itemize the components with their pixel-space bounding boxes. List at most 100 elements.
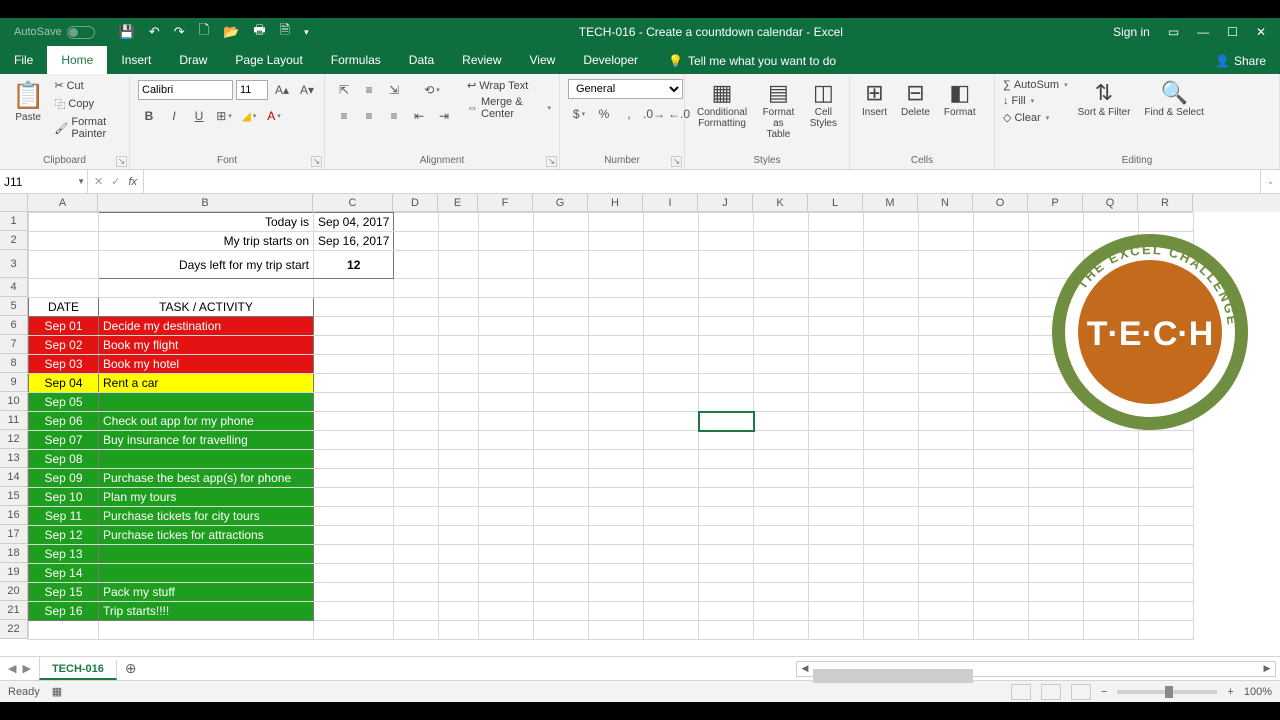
- tab-formulas[interactable]: Formulas: [317, 46, 395, 74]
- formula-input[interactable]: [150, 175, 1254, 189]
- cell[interactable]: [809, 583, 864, 602]
- col-header[interactable]: G: [533, 194, 588, 212]
- cell[interactable]: [974, 526, 1029, 545]
- row-header[interactable]: 17: [0, 525, 28, 544]
- fx-icon[interactable]: fx: [128, 176, 137, 188]
- row-header[interactable]: 22: [0, 620, 28, 639]
- col-header[interactable]: C: [313, 194, 393, 212]
- cell[interactable]: [1084, 526, 1139, 545]
- cell[interactable]: [439, 279, 479, 298]
- italic-button[interactable]: I: [163, 105, 185, 127]
- cell[interactable]: [809, 602, 864, 621]
- currency-icon[interactable]: $: [568, 103, 590, 125]
- cell[interactable]: [864, 602, 919, 621]
- cell[interactable]: [99, 564, 314, 583]
- cell[interactable]: Sep 13: [29, 545, 99, 564]
- scroll-thumb[interactable]: [813, 669, 973, 683]
- cell[interactable]: [809, 526, 864, 545]
- cell[interactable]: [1029, 564, 1084, 583]
- cell[interactable]: [314, 279, 394, 298]
- select-all-corner[interactable]: [0, 194, 28, 212]
- cell[interactable]: [644, 355, 699, 374]
- cell[interactable]: [754, 251, 809, 279]
- column-headers[interactable]: ABCDEFGHIJKLMNOPQR: [28, 194, 1280, 212]
- cell[interactable]: [809, 393, 864, 412]
- cell[interactable]: [589, 450, 644, 469]
- cell[interactable]: [699, 279, 754, 298]
- cell[interactable]: [974, 393, 1029, 412]
- cell[interactable]: [29, 279, 99, 298]
- cell[interactable]: [974, 469, 1029, 488]
- cell[interactable]: [974, 298, 1029, 317]
- cell[interactable]: [439, 213, 479, 232]
- cell[interactable]: [754, 488, 809, 507]
- cell[interactable]: [1139, 488, 1194, 507]
- cell[interactable]: [809, 298, 864, 317]
- cell[interactable]: [864, 526, 919, 545]
- align-right-icon[interactable]: ≡: [383, 105, 405, 127]
- cell[interactable]: [534, 431, 589, 450]
- cell[interactable]: [754, 374, 809, 393]
- format-painter-button[interactable]: 🖌Format Painter: [54, 116, 121, 140]
- tab-data[interactable]: Data: [395, 46, 448, 74]
- cell[interactable]: [479, 602, 534, 621]
- cell[interactable]: [864, 450, 919, 469]
- cell[interactable]: [974, 232, 1029, 251]
- cell[interactable]: Purchase the best app(s) for phone: [99, 469, 314, 488]
- cell[interactable]: [589, 213, 644, 232]
- cell[interactable]: [699, 298, 754, 317]
- cell[interactable]: [439, 298, 479, 317]
- comma-icon[interactable]: ,: [618, 103, 640, 125]
- cell[interactable]: [699, 393, 754, 412]
- cell[interactable]: [1029, 450, 1084, 469]
- cell[interactable]: [974, 545, 1029, 564]
- cell[interactable]: [1029, 213, 1084, 232]
- cell[interactable]: [1139, 213, 1194, 232]
- alignment-dialog-icon[interactable]: ↘: [546, 156, 557, 167]
- cell[interactable]: [754, 393, 809, 412]
- cell[interactable]: [644, 583, 699, 602]
- cut-button[interactable]: ✂Cut: [54, 79, 121, 92]
- cell[interactable]: Sep 04: [29, 374, 99, 393]
- cell[interactable]: [394, 336, 439, 355]
- cell[interactable]: [864, 317, 919, 336]
- scroll-left-icon[interactable]: ◀: [797, 663, 813, 674]
- number-dialog-icon[interactable]: ↘: [671, 156, 682, 167]
- cell[interactable]: [919, 355, 974, 374]
- cell[interactable]: [479, 412, 534, 431]
- row-header[interactable]: 10: [0, 392, 28, 411]
- sheet-prev-icon[interactable]: ◀: [8, 662, 16, 675]
- col-header[interactable]: B: [98, 194, 313, 212]
- cell[interactable]: [589, 393, 644, 412]
- cell[interactable]: [699, 602, 754, 621]
- percent-icon[interactable]: %: [593, 103, 615, 125]
- quickprint-icon[interactable]: 🖶: [253, 21, 265, 43]
- cell[interactable]: [479, 355, 534, 374]
- cell[interactable]: [754, 355, 809, 374]
- row-header[interactable]: 3: [0, 250, 28, 278]
- cell[interactable]: [644, 213, 699, 232]
- page-break-view-icon[interactable]: [1071, 684, 1091, 700]
- cell[interactable]: [919, 564, 974, 583]
- cell[interactable]: Buy insurance for travelling: [99, 431, 314, 450]
- cell[interactable]: Decide my destination: [99, 317, 314, 336]
- cell[interactable]: [754, 469, 809, 488]
- cell[interactable]: [29, 213, 99, 232]
- cell[interactable]: [589, 317, 644, 336]
- cell[interactable]: [99, 545, 314, 564]
- cell[interactable]: [699, 583, 754, 602]
- cell[interactable]: [534, 317, 589, 336]
- cell[interactable]: [644, 232, 699, 251]
- cell[interactable]: [589, 298, 644, 317]
- insert-cells-button[interactable]: ⊞Insert: [858, 79, 891, 120]
- cell[interactable]: [394, 431, 439, 450]
- cell[interactable]: [644, 602, 699, 621]
- cell[interactable]: [394, 298, 439, 317]
- open-icon[interactable]: 📂: [223, 24, 239, 40]
- cell[interactable]: [809, 336, 864, 355]
- row-header[interactable]: 4: [0, 278, 28, 297]
- align-middle-icon[interactable]: ≡: [358, 79, 380, 101]
- row-header[interactable]: 9: [0, 373, 28, 392]
- cell[interactable]: [314, 621, 394, 640]
- cell[interactable]: [314, 469, 394, 488]
